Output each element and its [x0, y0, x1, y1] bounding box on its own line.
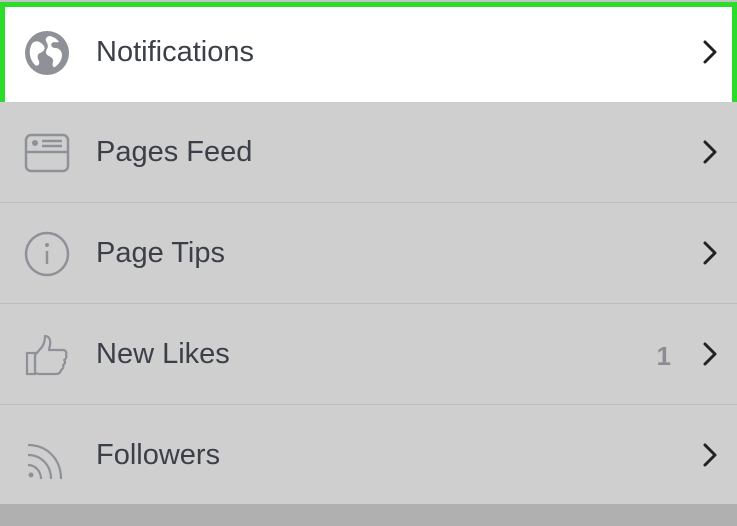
thumbs-up-icon — [25, 334, 68, 376]
chevron-right-icon — [703, 443, 717, 467]
settings-menu: Notifications Pages Feed Page Tips New L… — [0, 0, 737, 526]
chevron-right-icon — [703, 241, 717, 265]
menu-item-pages-feed[interactable]: Pages Feed — [0, 102, 737, 203]
menu-item-new-likes[interactable]: New Likes 1 — [0, 304, 737, 405]
menu-item-followers[interactable]: Followers — [0, 405, 737, 504]
menu-item-label: Notifications — [96, 36, 254, 68]
menu-item-label: Page Tips — [96, 237, 225, 269]
menu-item-label: Followers — [96, 439, 221, 471]
new-likes-count-badge: 1 — [656, 341, 671, 371]
info-icon — [24, 231, 70, 277]
bottom-divider-band — [0, 504, 737, 526]
chevron-right-icon — [703, 140, 717, 164]
chevron-right-icon — [703, 342, 717, 366]
menu-item-label: Pages Feed — [96, 136, 253, 168]
chevron-right-icon — [703, 40, 717, 64]
globe-icon — [25, 31, 69, 75]
feed-icon — [24, 133, 70, 173]
menu-item-notifications[interactable]: Notifications — [0, 2, 737, 111]
rss-icon — [27, 443, 63, 480]
menu-item-page-tips[interactable]: Page Tips — [0, 203, 737, 304]
menu-item-label: New Likes — [96, 338, 230, 370]
